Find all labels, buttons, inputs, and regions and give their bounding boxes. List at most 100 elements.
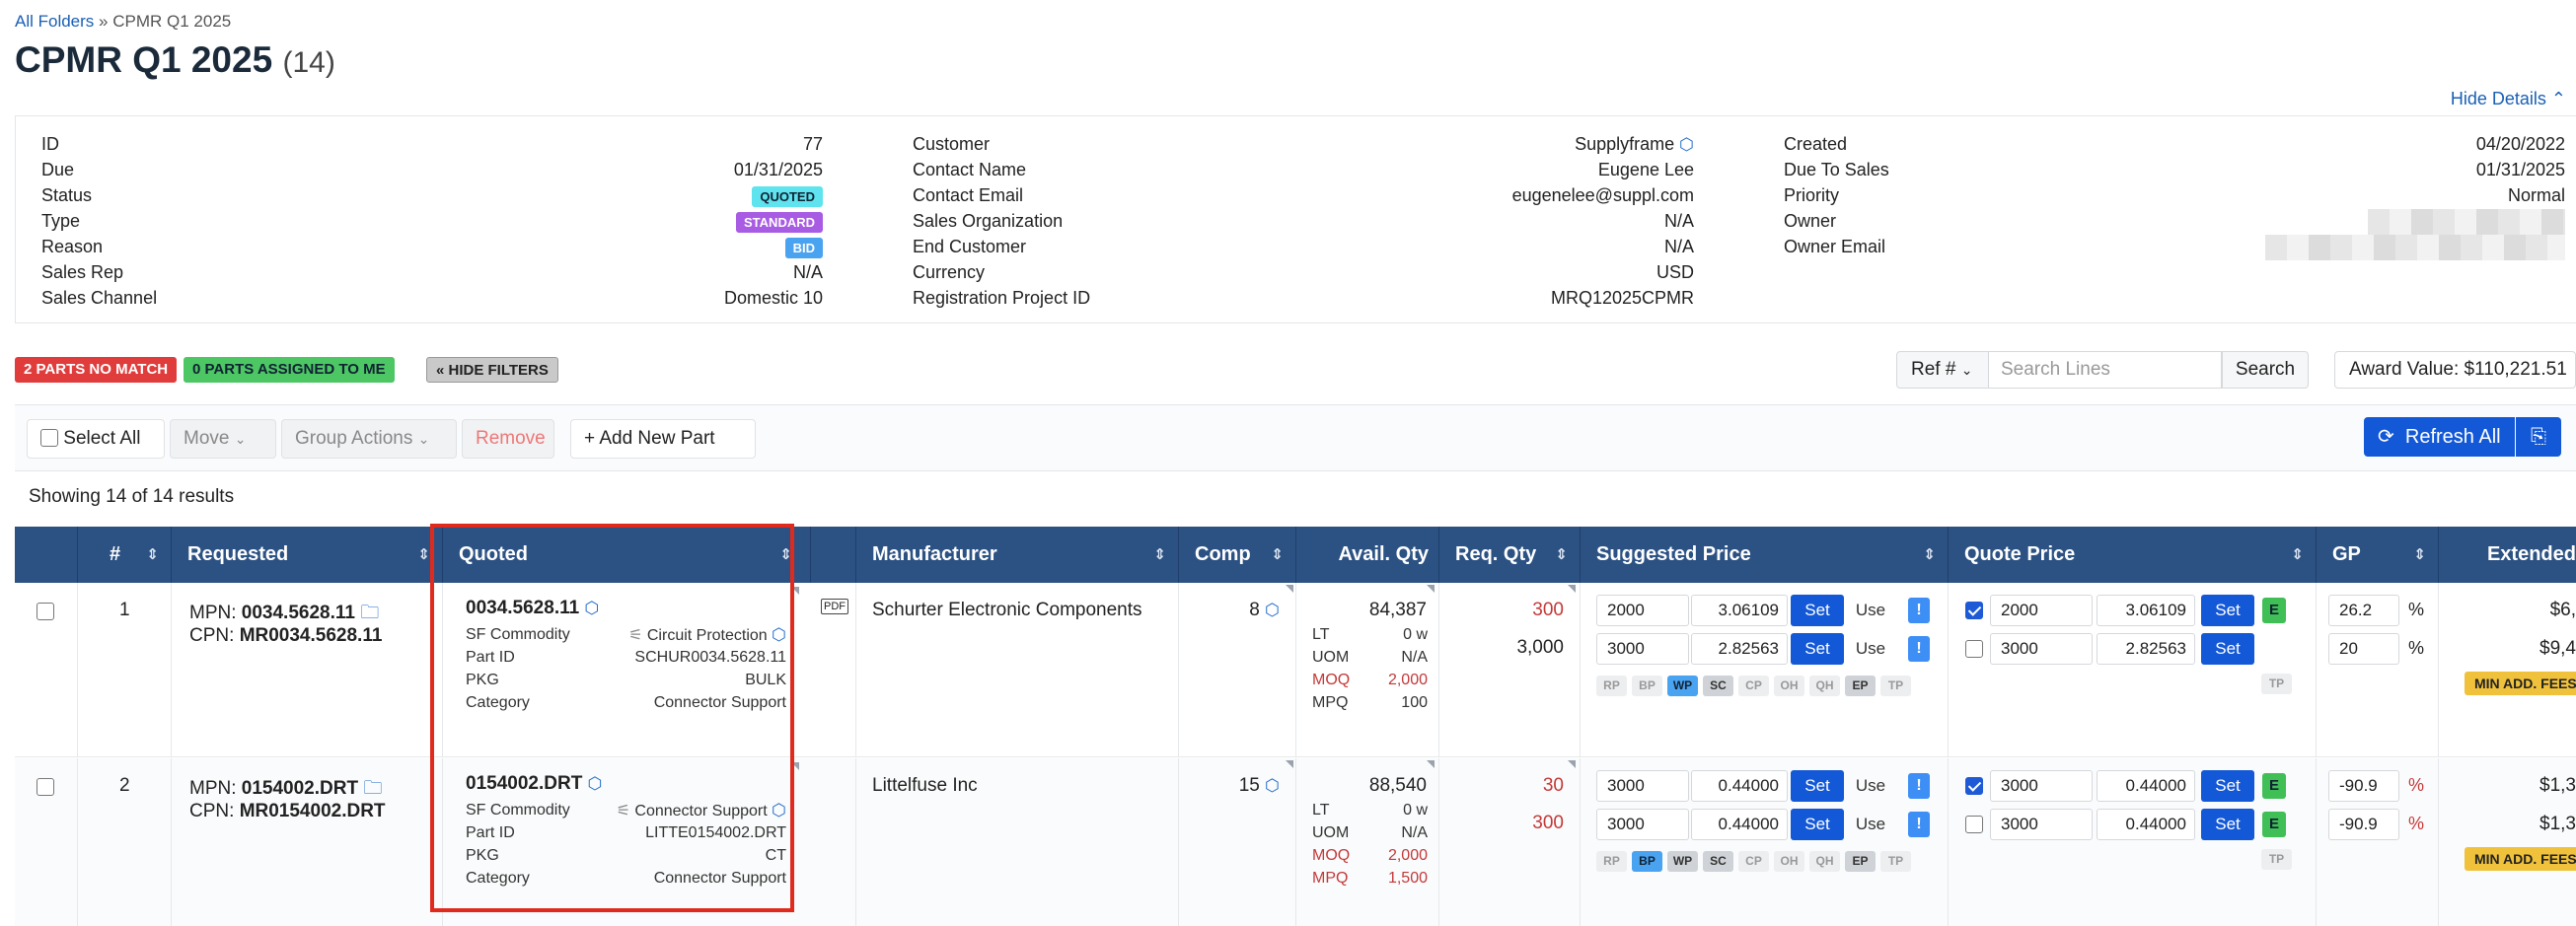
header-extended[interactable]: Extended	[2439, 527, 2576, 583]
chip-wp[interactable]: WP	[1667, 676, 1698, 696]
chip-bp[interactable]: BP	[1632, 676, 1662, 696]
chip-qh[interactable]: QH	[1809, 676, 1840, 696]
cube-icon[interactable]: ⬡	[772, 801, 786, 819]
group-actions-dropdown[interactable]: Group Actions ⌄	[281, 419, 457, 459]
header-gp[interactable]: GP ⇕	[2317, 527, 2439, 583]
pdf-icon[interactable]: PDF	[821, 599, 848, 614]
chip-qh[interactable]: QH	[1809, 851, 1840, 872]
chip-oh[interactable]: OH	[1774, 676, 1804, 696]
quote-checkbox[interactable]	[1965, 777, 1983, 795]
chip-tp[interactable]: TP	[2261, 674, 2292, 694]
header-req-qty[interactable]: Req. Qty ⇕	[1439, 527, 1581, 583]
no-match-filter[interactable]: 2 PARTS NO MATCH	[15, 357, 178, 383]
alert-badge[interactable]: !	[1908, 812, 1930, 837]
quote-checkbox[interactable]	[1965, 602, 1983, 619]
cube-icon[interactable]: ⬡	[772, 625, 786, 644]
quote-price-input[interactable]: 3.06109	[2097, 595, 2195, 626]
suggested-qty-input[interactable]: 2000	[1596, 595, 1689, 626]
suggested-price-input[interactable]: 0.44000	[1691, 770, 1788, 802]
header-number[interactable]: # ⇕	[78, 527, 172, 583]
chip-ep[interactable]: EP	[1845, 851, 1876, 872]
quote-qty-input[interactable]: 2000	[1990, 595, 2093, 626]
suggested-price-input[interactable]: 0.44000	[1691, 809, 1788, 840]
header-comp[interactable]: Comp ⇕	[1179, 527, 1296, 583]
cube-icon[interactable]: ⬡	[1679, 135, 1694, 154]
assigned-filter[interactable]: 0 PARTS ASSIGNED TO ME	[184, 357, 395, 383]
row-checkbox[interactable]	[37, 603, 54, 620]
chip-bp[interactable]: BP	[1632, 851, 1662, 872]
quote-price-input[interactable]: 2.82563	[2097, 633, 2195, 665]
folder-icon[interactable]: 🗀	[360, 603, 379, 623]
chip-rp[interactable]: RP	[1596, 676, 1627, 696]
chip-cp[interactable]: CP	[1738, 851, 1769, 872]
header-manufacturer[interactable]: Manufacturer ⇕	[856, 527, 1179, 583]
quote-qty-input[interactable]: 3000	[1990, 770, 2093, 802]
folder-icon[interactable]: 🗀	[363, 778, 382, 799]
add-new-part-button[interactable]: + Add New Part	[570, 419, 756, 459]
header-quote-price[interactable]: Quote Price ⇕	[1949, 527, 2317, 583]
use-button[interactable]: Use	[1847, 595, 1894, 626]
gp-input[interactable]: 26.2	[2328, 595, 2399, 626]
quote-qty-input[interactable]: 3000	[1990, 633, 2093, 665]
refresh-all-button[interactable]: ⟳ Refresh All	[2364, 417, 2515, 457]
chip-tp[interactable]: TP	[2261, 849, 2292, 870]
min-fees-badge[interactable]: MIN ADD. FEES	[2465, 847, 2576, 871]
cube-icon[interactable]: ⬡	[1265, 601, 1280, 619]
set-button[interactable]: Set	[2201, 633, 2254, 665]
set-button[interactable]: Set	[1791, 595, 1844, 626]
set-button[interactable]: Set	[1791, 633, 1844, 665]
suggested-price-input[interactable]: 2.82563	[1691, 633, 1788, 665]
e-badge[interactable]: E	[2262, 773, 2286, 799]
move-dropdown[interactable]: Move ⌄	[170, 419, 276, 459]
set-button[interactable]: Set	[2201, 809, 2254, 840]
header-avail-qty[interactable]: Avail. Qty	[1296, 527, 1439, 583]
use-button[interactable]: Use	[1847, 633, 1894, 665]
cube-icon[interactable]: ⬡	[1265, 776, 1280, 795]
hide-filters-button[interactable]: « HIDE FILTERS	[426, 357, 558, 383]
set-button[interactable]: Set	[2201, 595, 2254, 626]
min-fees-badge[interactable]: MIN ADD. FEES	[2465, 672, 2576, 695]
suggested-price-input[interactable]: 3.06109	[1691, 595, 1788, 626]
gp-input[interactable]: 20	[2328, 633, 2399, 665]
header-suggested-price[interactable]: Suggested Price ⇕	[1581, 527, 1949, 583]
quote-price-input[interactable]: 0.44000	[2097, 770, 2195, 802]
ref-select[interactable]: Ref # ⌄	[1896, 351, 1989, 389]
breadcrumb-all-folders[interactable]: All Folders	[15, 12, 94, 31]
search-lines-input[interactable]	[1989, 351, 2222, 389]
use-button[interactable]: Use	[1847, 770, 1894, 802]
chip-tp[interactable]: TP	[1880, 676, 1911, 696]
suggested-qty-input[interactable]: 3000	[1596, 633, 1689, 665]
quote-price-input[interactable]: 0.44000	[2097, 809, 2195, 840]
set-button[interactable]: Set	[2201, 770, 2254, 802]
quoted-part[interactable]: 0154002.DRT ⬡	[466, 773, 602, 795]
quote-checkbox[interactable]	[1965, 816, 1983, 833]
hide-details-link[interactable]: Hide Details ⌃	[2451, 89, 2566, 109]
cube-icon[interactable]: ⬡	[588, 774, 603, 793]
quoted-part[interactable]: 0034.5628.11 ⬡	[466, 598, 599, 619]
chip-cp[interactable]: CP	[1738, 676, 1769, 696]
e-badge[interactable]: E	[2262, 598, 2286, 623]
set-button[interactable]: Set	[1791, 770, 1844, 802]
chip-wp[interactable]: WP	[1667, 851, 1698, 872]
gp-input[interactable]: -90.9	[2328, 809, 2399, 840]
chip-oh[interactable]: OH	[1774, 851, 1804, 872]
chip-sc[interactable]: SC	[1703, 851, 1733, 872]
quote-qty-input[interactable]: 3000	[1990, 809, 2093, 840]
alert-badge[interactable]: !	[1908, 636, 1930, 662]
alert-badge[interactable]: !	[1908, 773, 1930, 799]
quote-checkbox[interactable]	[1965, 640, 1983, 658]
chip-rp[interactable]: RP	[1596, 851, 1627, 872]
suggested-qty-input[interactable]: 3000	[1596, 809, 1689, 840]
select-all-button[interactable]: Select All	[27, 419, 165, 459]
search-button[interactable]: Search	[2222, 351, 2309, 389]
set-button[interactable]: Set	[1791, 809, 1844, 840]
select-all-checkbox[interactable]	[40, 429, 58, 447]
gp-input[interactable]: -90.9	[2328, 770, 2399, 802]
chip-tp[interactable]: TP	[1880, 851, 1911, 872]
remove-button[interactable]: Remove	[462, 419, 554, 459]
suggested-qty-input[interactable]: 3000	[1596, 770, 1689, 802]
chip-sc[interactable]: SC	[1703, 676, 1733, 696]
header-quoted[interactable]: Quoted ⇕	[443, 527, 811, 583]
cube-icon[interactable]: ⬡	[584, 599, 599, 617]
export-button[interactable]: ⎘	[2516, 417, 2561, 457]
